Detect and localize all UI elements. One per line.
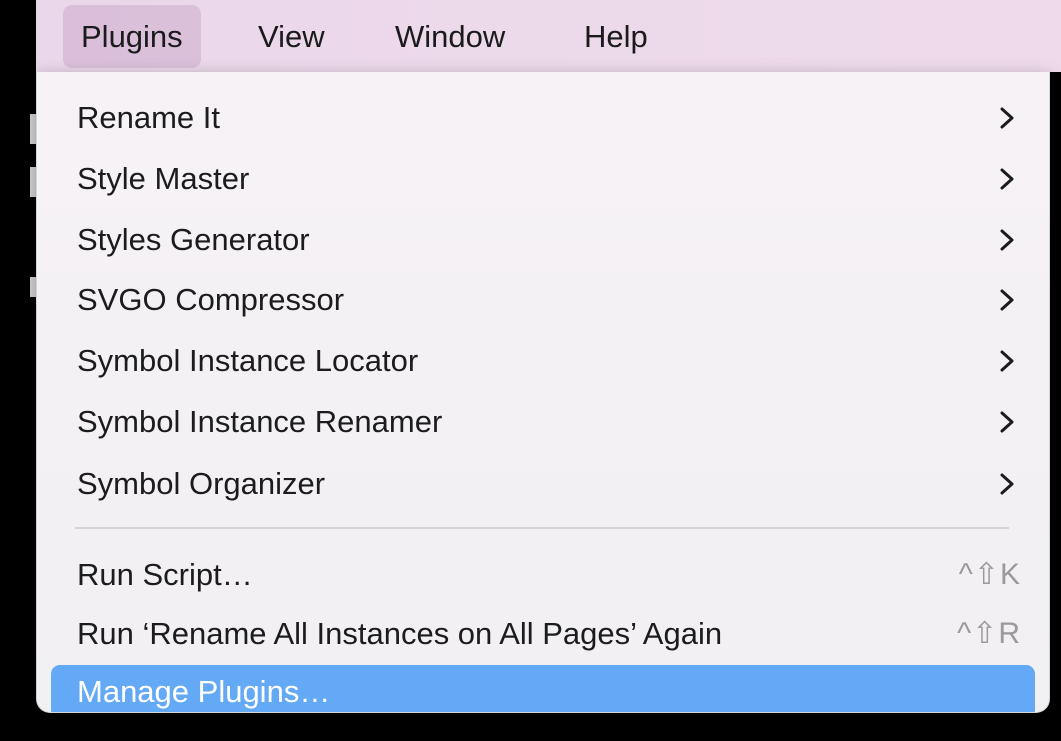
menubar-item-window[interactable]: Window: [377, 5, 523, 68]
menubar-item-view[interactable]: View: [240, 5, 343, 68]
menu-item-label: Symbol Organizer: [77, 466, 326, 501]
chevron-right-icon: [1000, 229, 1014, 251]
menu-bar: Plugins View Window Help: [36, 0, 1061, 72]
menu-separator: [75, 527, 1009, 529]
chevron-right-icon: [1000, 350, 1014, 372]
menu-item-label: Run ‘Rename All Instances on All Pages’ …: [77, 616, 723, 651]
menu-item-label: SVGO Compressor: [77, 282, 345, 317]
menu-item-label: Manage Plugins…: [77, 674, 331, 709]
menu-item-manage-plugins[interactable]: Manage Plugins…: [51, 665, 1035, 712]
chevron-right-icon: [1000, 107, 1014, 129]
menubar-item-help[interactable]: Help: [566, 5, 666, 68]
menu-item-symbol-instance-locator[interactable]: Symbol Instance Locator: [51, 334, 1035, 388]
menu-item-style-master[interactable]: Style Master: [51, 152, 1035, 206]
menu-item-run-script[interactable]: Run Script… ^⇧K: [51, 548, 1035, 602]
menu-item-symbol-organizer[interactable]: Symbol Organizer: [51, 457, 1035, 511]
chevron-right-icon: [1000, 289, 1014, 311]
menu-item-label: Run Script…: [77, 557, 253, 592]
chevron-right-icon: [1000, 411, 1014, 433]
menu-item-styles-generator[interactable]: Styles Generator: [51, 213, 1035, 267]
chevron-right-icon: [1000, 473, 1014, 495]
menu-item-run-again[interactable]: Run ‘Rename All Instances on All Pages’ …: [51, 607, 1035, 661]
menu-item-svgo-compressor[interactable]: SVGO Compressor: [51, 273, 1035, 327]
menu-item-symbol-instance-renamer[interactable]: Symbol Instance Renamer: [51, 395, 1035, 449]
menu-item-label: Style Master: [77, 161, 250, 196]
menu-item-label: Rename It: [77, 100, 221, 135]
menu-item-label: Symbol Instance Locator: [77, 343, 419, 378]
menu-item-label: Symbol Instance Renamer: [77, 404, 443, 439]
menubar-item-plugins[interactable]: Plugins: [63, 5, 201, 68]
menu-item-label: Styles Generator: [77, 222, 310, 257]
keyboard-shortcut: ^⇧R: [957, 617, 1021, 650]
keyboard-shortcut: ^⇧K: [958, 558, 1021, 591]
chevron-right-icon: [1000, 168, 1014, 190]
plugins-dropdown-menu: Rename It Style Master Styles Generator …: [36, 72, 1050, 713]
menu-item-rename-it[interactable]: Rename It: [51, 91, 1035, 145]
